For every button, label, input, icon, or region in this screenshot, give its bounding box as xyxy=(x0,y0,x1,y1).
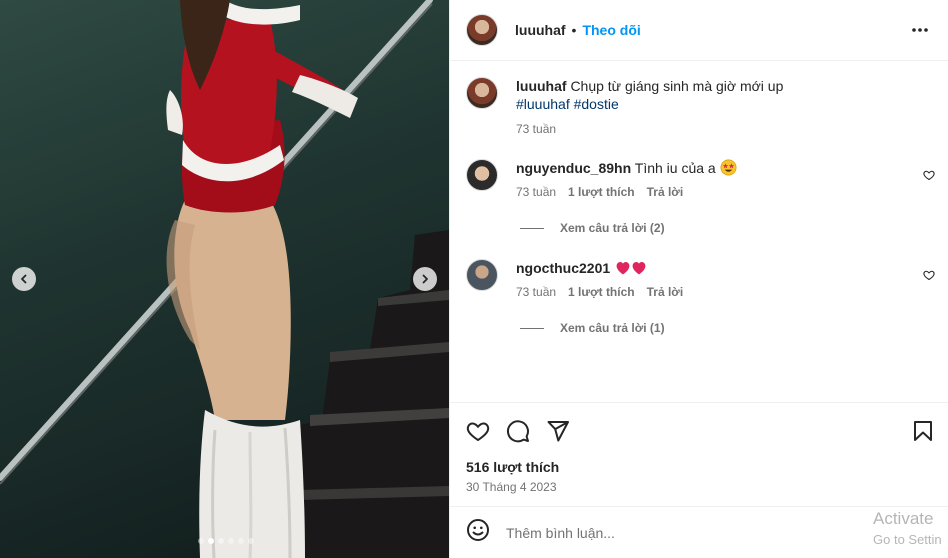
comment-time[interactable]: 73 tuần xyxy=(516,183,556,201)
avatar[interactable] xyxy=(466,159,498,191)
likes-count[interactable]: 516 lượt thích xyxy=(466,459,559,475)
bookmark-icon xyxy=(914,421,932,441)
follow-button[interactable]: Theo dõi xyxy=(582,22,640,38)
reply-button[interactable]: Trả lời xyxy=(647,283,684,301)
post-caption: luuuhaf Chụp từ giáng sinh mà giờ mới up… xyxy=(466,77,783,138)
view-replies-button[interactable]: Xem câu trả lời (1) xyxy=(520,321,665,335)
like-comment-button[interactable] xyxy=(923,268,935,286)
caption-text: Chụp từ giáng sinh mà giờ mới up xyxy=(570,78,784,94)
comment-button[interactable] xyxy=(506,419,530,448)
comment-username[interactable]: ngocthuc2201 xyxy=(516,260,610,276)
share-button[interactable] xyxy=(546,419,570,448)
like-button[interactable] xyxy=(466,419,490,448)
avatar[interactable] xyxy=(466,77,498,109)
chevron-right-icon xyxy=(422,274,428,284)
comment-time[interactable]: 73 tuần xyxy=(516,283,556,301)
paper-plane-icon xyxy=(547,421,569,442)
emoji-picker-button[interactable] xyxy=(466,518,490,547)
view-replies-label: Xem câu trả lời (1) xyxy=(560,321,665,335)
divider xyxy=(520,227,544,229)
next-photo-button[interactable] xyxy=(413,267,437,291)
like-comment-button[interactable] xyxy=(923,168,935,186)
avatar[interactable] xyxy=(466,259,498,291)
view-replies-button[interactable]: Xem câu trả lời (2) xyxy=(520,221,665,235)
post-date[interactable]: 30 Tháng 4 2023 xyxy=(466,480,557,494)
comment-item: ngocthuc2201 73 tuần 1 lượt thích Trả lờ… xyxy=(466,259,683,301)
post-photo xyxy=(0,0,449,558)
post-media[interactable] xyxy=(0,0,449,558)
comment-input[interactable] xyxy=(506,524,836,541)
carousel-dot xyxy=(228,538,234,544)
more-horizontal-icon xyxy=(912,28,928,32)
heart-outline-icon xyxy=(923,270,935,281)
add-comment-bar xyxy=(450,506,948,558)
previous-photo-button[interactable] xyxy=(12,267,36,291)
caption-time[interactable]: 73 tuần xyxy=(516,120,556,138)
carousel-dot xyxy=(238,538,244,544)
heart-icon xyxy=(466,422,490,442)
comment-text: Tình iu của a xyxy=(634,160,716,176)
caption-username[interactable]: luuuhaf xyxy=(516,78,567,94)
heart-outline-icon xyxy=(923,170,935,181)
post-header: luuuhaf • Theo dõi xyxy=(450,0,948,61)
header-separator: • xyxy=(571,22,577,38)
post-actions: 516 lượt thích 30 Tháng 4 2023 xyxy=(450,402,948,506)
carousel-indicator xyxy=(198,538,254,544)
smiley-face-icon xyxy=(467,519,489,541)
star-struck-emoji-icon xyxy=(720,159,737,176)
avatar[interactable] xyxy=(466,14,498,46)
save-button[interactable] xyxy=(911,419,935,448)
carousel-dot xyxy=(248,538,254,544)
comment-item: nguyenduc_89hn Tình iu của a 73 tuần 1 l… xyxy=(466,159,737,201)
post-side-panel: luuuhaf • Theo dõi luuuhaf Chụp từ giáng… xyxy=(449,0,948,558)
comments-section[interactable]: luuuhaf Chụp từ giáng sinh mà giờ mới up… xyxy=(450,61,948,402)
more-options-button[interactable] xyxy=(910,20,930,45)
chevron-left-icon xyxy=(21,274,27,284)
red-hearts-emoji-icon xyxy=(616,262,646,275)
carousel-dot xyxy=(198,538,204,544)
comment-likes[interactable]: 1 lượt thích xyxy=(568,183,635,201)
caption-hashtags[interactable]: #luuuhaf #dostie xyxy=(516,95,783,113)
comment-likes[interactable]: 1 lượt thích xyxy=(568,283,635,301)
carousel-dot xyxy=(208,538,214,544)
comment-bubble-icon xyxy=(507,420,529,443)
divider xyxy=(520,327,544,329)
comment-username[interactable]: nguyenduc_89hn xyxy=(516,160,631,176)
post-author-username[interactable]: luuuhaf xyxy=(515,22,566,38)
carousel-dot xyxy=(218,538,224,544)
view-replies-label: Xem câu trả lời (2) xyxy=(560,221,665,235)
reply-button[interactable]: Trả lời xyxy=(647,183,684,201)
